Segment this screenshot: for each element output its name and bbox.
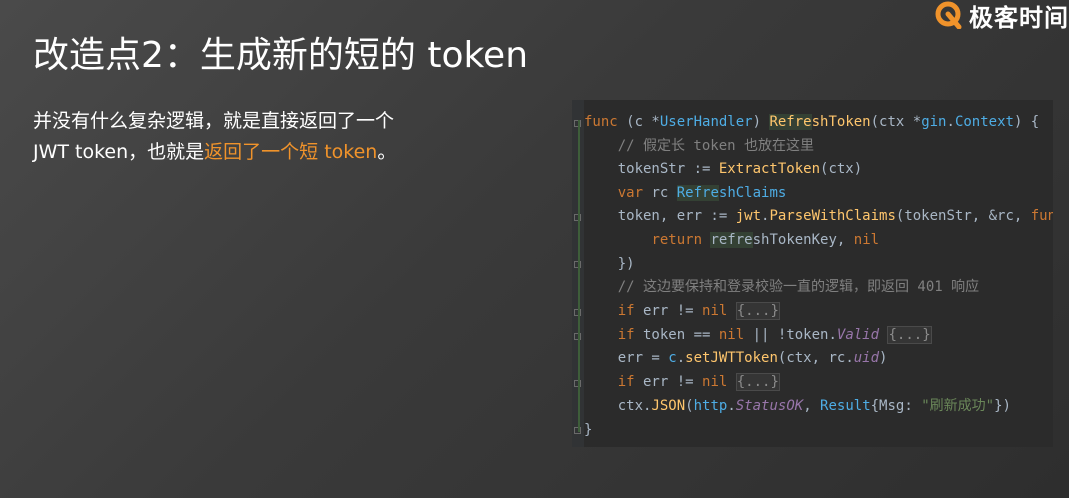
code-line: token, err := jwt.ParseWithClaims(tokenS… — [584, 208, 1053, 224]
desc-line-2-prefix: JWT token，也就是 — [33, 141, 205, 163]
code-line: if token == nil || !token.Valid {...} — [617, 326, 932, 344]
geekbang-logo-icon — [935, 1, 962, 29]
brand-logo: 极客时间 — [935, 0, 1069, 32]
slide-description: 并没有什么复杂逻辑，就是直接返回了一个 JWT token，也就是返回了一个短 … — [33, 106, 453, 168]
code-line: tokenStr := ExtractToken(ctx) — [584, 161, 863, 177]
code-line: return refreshTokenKey, nil — [651, 232, 880, 248]
code-comment: // 这边要保持和登录校验一直的逻辑，即返回 401 响应 — [584, 279, 980, 295]
code-line: if err != nil {...} — [617, 302, 780, 320]
folded-block[interactable]: {...} — [735, 302, 780, 320]
folded-block[interactable]: {...} — [735, 373, 780, 391]
code-line: func (c *UserHandler) RefreshToken(ctx *… — [584, 114, 1040, 130]
folded-block[interactable]: {...} — [887, 326, 932, 344]
code-editor: func (c *UserHandler) RefreshToken(ctx *… — [572, 100, 1053, 447]
code-line: err = c.setJWTToken(ctx, rc.uid) — [584, 350, 888, 366]
code-line: ctx.JSON(http.StatusOK, Result{Msg: "刷新成… — [584, 398, 1011, 414]
desc-line-1: 并没有什么复杂逻辑，就是直接返回了一个 — [33, 110, 395, 132]
slide-title: 改造点2：生成新的短的 token — [33, 35, 529, 76]
change-indicator — [578, 120, 580, 432]
code-line: }) — [584, 256, 635, 272]
desc-highlight: 返回了一个短 token — [204, 141, 378, 163]
code-comment: // 假定长 token 也放在这里 — [584, 138, 815, 154]
code-line: if err != nil {...} — [617, 373, 780, 391]
desc-line-2-suffix: 。 — [377, 141, 397, 163]
code-line: } — [584, 422, 593, 438]
code-line: var rc RefreshClaims — [617, 185, 787, 201]
brand-name: 极客时间 — [969, 3, 1069, 32]
